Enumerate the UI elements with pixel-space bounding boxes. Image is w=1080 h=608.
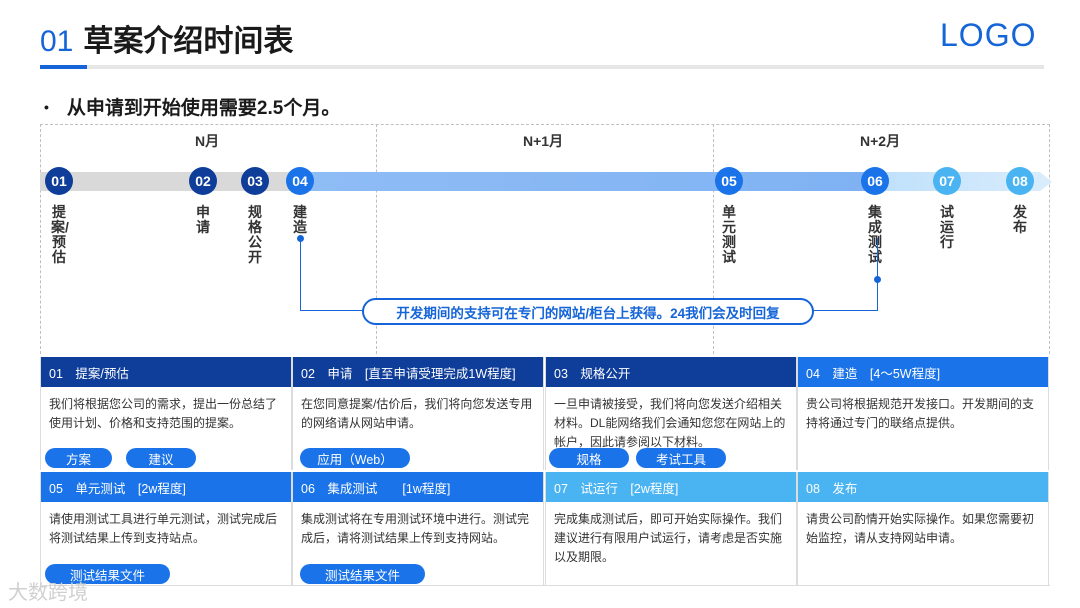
- step-label: 申请: [196, 204, 210, 235]
- step-label: 试运行: [940, 204, 954, 250]
- connector-end-dot: [874, 276, 881, 283]
- month-label: N+2月: [860, 133, 901, 149]
- timeline-arrow-icon: [1040, 172, 1052, 191]
- step-label: 建造: [293, 204, 307, 235]
- header-divider-accent: [40, 65, 87, 69]
- step-label: 发布: [1013, 204, 1027, 235]
- apply-web-button[interactable]: 应用（Web）: [300, 448, 410, 468]
- summary-text: 从申请到开始使用需要2.5个月。: [66, 98, 341, 119]
- step-marker: 05: [715, 167, 743, 195]
- card-header: 05 单元测试 [2w程度]: [41, 472, 291, 502]
- support-note: 开发期间的支持可在专门的网站/柜台上获得。24我们会及时回复: [362, 298, 814, 325]
- step-marker: 02: [189, 167, 217, 195]
- test-tool-button[interactable]: 考试工具: [636, 448, 726, 468]
- timeline-top-border: [40, 124, 1050, 125]
- card-header: 02 申请 [直至申请受理完成1W程度]: [293, 357, 543, 387]
- step-marker: 04: [286, 167, 314, 195]
- card-body: 请使用测试工具进行单元测试，测试完成后将测试结果上传到支持站点。: [49, 512, 278, 545]
- card-header: 04 建造 [4～5W程度]: [798, 357, 1048, 387]
- step-card: 04 建造 [4～5W程度] 贵公司将根据规范开发接口。开发期间的支持将通过专门…: [797, 357, 1049, 470]
- card-header: 01 提案/预估: [41, 357, 291, 387]
- card-body: 集成测试将在专用测试环境中进行。测试完成后，请将测试结果上传到支持网站。: [301, 512, 530, 545]
- step-label: 规格公开: [248, 204, 262, 265]
- step-marker: 07: [933, 167, 961, 195]
- step-marker: 08: [1006, 167, 1034, 195]
- card-body: 在您同意提案/估价后，我们将向您发送专用的网络请从网站申请。: [301, 397, 533, 430]
- card-header: 06 集成测试 [1w程度]: [293, 472, 543, 502]
- header-divider: [40, 65, 1044, 69]
- card-body: 请贵公司酌情开始实际操作。如果您需要初始监控，请从支持网站申请。: [806, 512, 1035, 545]
- step-marker: 06: [861, 167, 889, 195]
- step-card: 08 发布 请贵公司酌情开始实际操作。如果您需要初始监控，请从支持网站申请。: [797, 472, 1049, 585]
- step-marker: 03: [241, 167, 269, 195]
- cards-bottom-border: [40, 585, 1050, 586]
- card-body: 贵公司将根据规范开发接口。开发期间的支持将通过专门的联络点提供。: [806, 397, 1035, 430]
- title-number: 01: [40, 25, 74, 58]
- proposal-button[interactable]: 方案: [45, 448, 112, 468]
- watermark: 大数跨境: [8, 582, 88, 604]
- timeline-bar-active: [300, 172, 880, 191]
- card-header: 07 试运行 [2w程度]: [546, 472, 796, 502]
- card-body: 一旦申请被接受，我们将向您发送介绍相关材料。DL能网络我们会通知您您在网站上的帐…: [554, 397, 786, 449]
- month-label: N月: [195, 133, 220, 149]
- step-label: 提案/预估: [51, 204, 69, 265]
- bullet-dot: •: [44, 99, 49, 115]
- test-result-file-button[interactable]: 测试结果文件: [300, 564, 425, 584]
- card-body: 我们将根据您公司的需求，提出一份总结了使用计划、价格和支持范围的提案。: [49, 397, 278, 430]
- summary-bullet: • 从申请到开始使用需要2.5个月。: [44, 93, 340, 120]
- timeline-divider: [1049, 124, 1050, 354]
- page-title: 01 草案介绍时间表: [40, 16, 293, 60]
- suggestion-button[interactable]: 建议: [126, 448, 196, 468]
- connector-start-dot: [297, 235, 304, 242]
- timeline-divider: [40, 124, 41, 354]
- step-card: 07 试运行 [2w程度] 完成集成测试后，即可开始实际操作。我们建议进行有限用…: [545, 472, 797, 585]
- specification-button[interactable]: 规格: [549, 448, 629, 468]
- card-body: 完成集成测试后，即可开始实际操作。我们建议进行有限用户试运行，请考虑是否实施以及…: [554, 512, 783, 564]
- title-text: 草案介绍时间表: [83, 25, 294, 58]
- step-marker: 01: [45, 167, 73, 195]
- card-header: 08 发布: [798, 472, 1048, 502]
- month-label: N+1月: [523, 133, 564, 149]
- card-header: 03 规格公开: [546, 357, 796, 387]
- logo: LOGO: [940, 17, 1037, 53]
